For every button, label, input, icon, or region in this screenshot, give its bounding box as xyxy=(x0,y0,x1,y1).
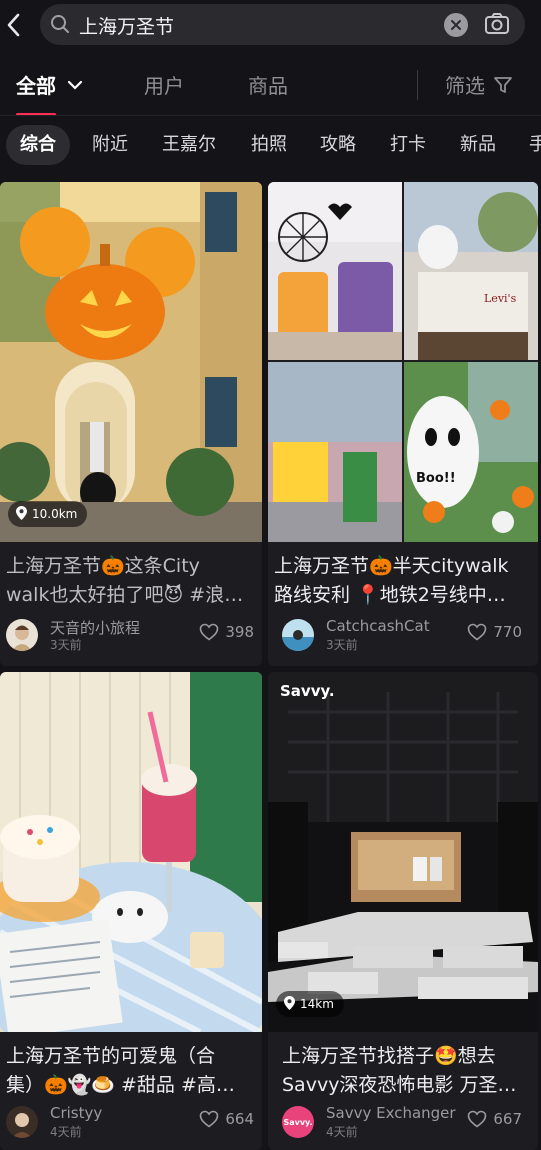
author-name: Savvy Exchanger xyxy=(326,1104,456,1122)
card-title: 上海万圣节🎃这条City walk也太好拍了吧😈 #浪… xyxy=(6,552,256,610)
card-title-line: 上海万圣节的可爱鬼（合 xyxy=(6,1045,216,1067)
chip-photo[interactable]: 拍照 xyxy=(251,125,287,165)
card-title-line: 集）🎃👻🍮 #甜品 #高… xyxy=(6,1074,235,1096)
avatar-text: Savvy. xyxy=(283,1117,313,1127)
location-pin-icon xyxy=(16,505,27,523)
avatar[interactable] xyxy=(282,619,314,651)
like-count: 664 xyxy=(225,1110,254,1128)
note-card[interactable]: Levi's Boo!! 上海万圣节🎃半天citywalk 路线安利 📍地铁2号… xyxy=(268,182,538,666)
tab-products[interactable]: 商品 xyxy=(248,70,288,99)
chip-comprehensive[interactable]: 综合 xyxy=(6,125,70,165)
camera-icon[interactable] xyxy=(484,12,510,40)
distance-badge: 14km xyxy=(276,991,344,1017)
heart-icon xyxy=(468,1110,487,1128)
note-card[interactable]: Savvy. 14km 上海万圣节找搭子🤩想去 Savvy深夜恐怖电影 万圣… … xyxy=(268,672,538,1150)
tabs-divider xyxy=(417,70,418,100)
author-name: CatchcashCat xyxy=(326,617,430,635)
chip-checkin[interactable]: 打卡 xyxy=(390,125,426,165)
filter-button[interactable]: 筛选 xyxy=(445,70,513,99)
heart-icon xyxy=(468,623,487,641)
heart-icon xyxy=(200,1110,219,1128)
search-bar[interactable]: 上海万圣节 xyxy=(40,4,525,45)
note-card[interactable]: 上海万圣节的可爱鬼（合 集）🎃👻🍮 #甜品 #高… Cristyy 4天前 66… xyxy=(0,672,262,1150)
chip-more[interactable]: 手 xyxy=(529,125,541,165)
card-title: 上海万圣节找搭子🤩想去 Savvy深夜恐怖电影 万圣… xyxy=(282,1042,532,1100)
author-name: 天音的小旅程 xyxy=(50,619,141,637)
category-chips: 综合 附近 王嘉尔 拍照 攻略 打卡 新品 手 xyxy=(0,125,541,167)
tabs-bottom-line xyxy=(0,115,541,116)
svg-text:Boo!!: Boo!! xyxy=(416,471,456,486)
card-title: 上海万圣节🎃半天citywalk 路线安利 📍地铁2号线中… xyxy=(274,552,532,610)
distance-text: 10.0km xyxy=(32,507,78,521)
heart-icon xyxy=(200,623,219,641)
brand-logo-text: Savvy. xyxy=(280,682,335,700)
tab-users[interactable]: 用户 xyxy=(144,70,184,99)
card-title: 上海万圣节的可爱鬼（合 集）🎃👻🍮 #甜品 #高… xyxy=(6,1042,256,1100)
like-count: 398 xyxy=(225,623,254,641)
post-time: 4天前 xyxy=(326,1125,358,1139)
author-name: Cristyy xyxy=(50,1104,103,1122)
top-bar: 上海万圣节 xyxy=(0,0,541,50)
card-title-line: 上海万圣节🎃这条City xyxy=(6,555,200,577)
chip-guide[interactable]: 攻略 xyxy=(320,125,356,165)
chevron-down-icon xyxy=(67,80,83,90)
card-author[interactable]: CatchcashCat 3天前 770 xyxy=(282,617,522,653)
search-icon xyxy=(50,14,70,38)
card-title-line: 路线安利 📍地铁2号线中… xyxy=(274,584,506,606)
like-count: 667 xyxy=(493,1110,522,1128)
like-button[interactable]: 667 xyxy=(467,1110,522,1128)
distance-text: 14km xyxy=(300,997,334,1011)
post-time: 3天前 xyxy=(50,638,82,652)
svg-text:Levi's: Levi's xyxy=(484,292,517,305)
back-icon[interactable] xyxy=(2,10,24,40)
like-count: 770 xyxy=(493,623,522,641)
avatar[interactable]: Savvy. xyxy=(282,1106,314,1138)
search-input[interactable]: 上海万圣节 xyxy=(79,12,174,39)
chip-wang-jiaer[interactable]: 王嘉尔 xyxy=(162,125,216,165)
result-tabs: 全部 用户 商品 筛选 xyxy=(0,58,541,112)
location-pin-icon xyxy=(284,995,295,1013)
card-title-line: 上海万圣节🎃半天citywalk xyxy=(274,555,509,577)
filter-label: 筛选 xyxy=(445,74,485,98)
tab-all[interactable]: 全部 xyxy=(16,70,83,99)
card-author[interactable]: 天音的小旅程 3天前 398 xyxy=(6,617,254,653)
card-image xyxy=(0,182,262,542)
avatar[interactable] xyxy=(6,619,38,651)
distance-badge: 10.0km xyxy=(8,501,88,527)
like-button[interactable]: 770 xyxy=(467,623,522,641)
chip-nearby[interactable]: 附近 xyxy=(92,125,128,165)
filter-icon xyxy=(494,77,513,93)
card-image: Savvy. xyxy=(268,672,538,1032)
note-card[interactable]: 10.0km 上海万圣节🎃这条City walk也太好拍了吧😈 #浪… 天音的小… xyxy=(0,182,262,666)
post-time: 3天前 xyxy=(326,638,358,652)
avatar[interactable] xyxy=(6,1106,38,1138)
card-image: Levi's Boo!! xyxy=(268,182,538,542)
card-image xyxy=(0,672,262,1032)
card-author[interactable]: Cristyy 4天前 664 xyxy=(6,1104,254,1140)
card-author[interactable]: Savvy. Savvy Exchanger 4天前 667 xyxy=(282,1104,522,1140)
like-button[interactable]: 664 xyxy=(199,1110,254,1128)
clear-icon[interactable] xyxy=(444,13,468,37)
chip-new[interactable]: 新品 xyxy=(460,125,496,165)
card-title-line: 上海万圣节找搭子🤩想去 xyxy=(282,1045,496,1067)
tab-all-label: 全部 xyxy=(16,74,56,98)
card-title-line: Savvy深夜恐怖电影 万圣… xyxy=(282,1074,517,1096)
post-time: 4天前 xyxy=(50,1125,82,1139)
like-button[interactable]: 398 xyxy=(199,623,254,641)
card-title-line: walk也太好拍了吧😈 #浪… xyxy=(6,584,244,606)
